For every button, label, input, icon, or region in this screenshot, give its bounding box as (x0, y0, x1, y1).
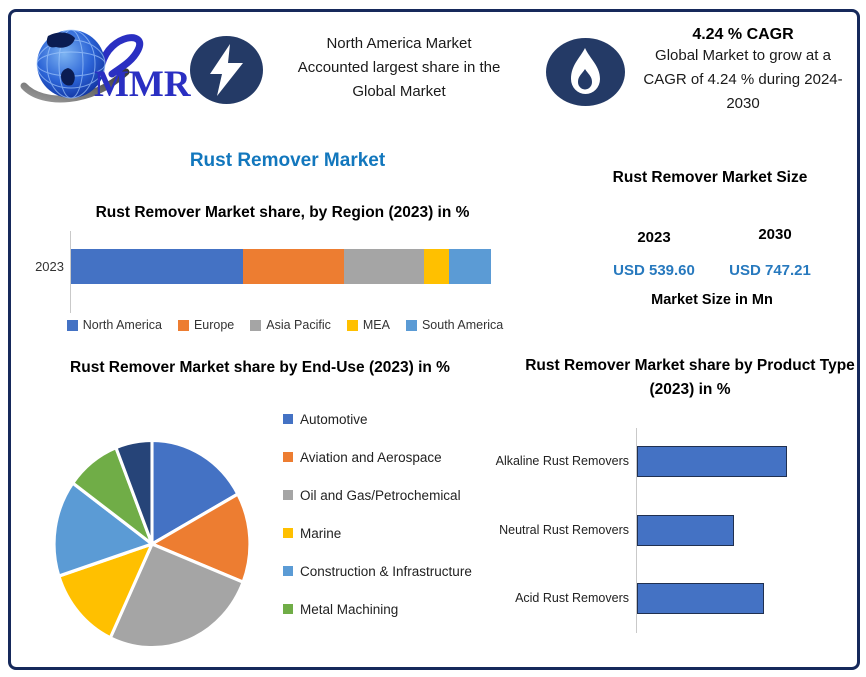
legend-key-icon (66, 319, 78, 331)
region-legend: North America Europe Asia Pacific MEA South … (55, 318, 515, 332)
legend-label: Oil and Gas/Petrochemical (300, 488, 461, 503)
legend-item-europe: Europe (177, 318, 235, 332)
product-category-alkaline-rust-removers: Alkaline Rust Removers (495, 454, 629, 468)
product-bar-alkaline-rust-removers (637, 446, 787, 477)
logo-text: MMR (94, 64, 192, 105)
region-segment-europe (243, 249, 344, 284)
legend-item-asia-pacific: Asia Pacific (250, 318, 331, 332)
legend-key-icon (283, 452, 293, 462)
legend-item-metal-machining: Metal Machining (283, 600, 483, 619)
legend-label: Europe (193, 318, 235, 332)
legend-label: Aviation and Aerospace (300, 450, 442, 465)
na-callout-line: Global Market (352, 83, 446, 100)
legend-label: Asia Pacific (266, 318, 331, 332)
legend-item-mea: MEA (346, 318, 390, 332)
legend-label: Marine (300, 526, 342, 541)
market-size-year-2030: 2030 (758, 226, 792, 243)
na-callout: North America Market Accounted largest s… (268, 32, 530, 104)
region-segment-mea (423, 249, 449, 284)
flame-badge (546, 38, 625, 106)
region-segment-south-america (448, 249, 491, 284)
legend-item-south-america: South America (405, 318, 504, 332)
market-size-value-2030: USD 747.21 (729, 262, 811, 279)
legend-label: North America (82, 318, 162, 332)
product-bar-acid-rust-removers (637, 583, 764, 614)
enduse-legend: Automotive Aviation and Aerospace Oil and … (283, 410, 483, 638)
legend-key-icon (405, 319, 417, 331)
product-bar-neutral-rust-removers (637, 515, 734, 546)
na-callout-line: Accounted largest share in the (297, 59, 501, 76)
region-category-label: 2023 (35, 259, 64, 274)
region-stacked-bar (71, 249, 491, 284)
legend-key-icon (283, 528, 293, 538)
product-category-neutral-rust-removers: Neutral Rust Removers (499, 523, 629, 537)
legend-key-icon (283, 414, 293, 424)
na-callout-line: North America Market (326, 35, 472, 52)
legend-item-aviation-and-aerospace: Aviation and Aerospace (283, 448, 483, 467)
mmr-logo: MMR (20, 29, 192, 105)
market-size-unit-label: Market Size in Mn (651, 292, 773, 308)
product-chart-title: Rust Remover Market share by Product Typ… (525, 357, 855, 398)
legend-label: Automotive (300, 412, 368, 427)
legend-key-icon (346, 319, 358, 331)
cagr-headline: 4.24 % CAGR (692, 26, 794, 43)
legend-key-icon (177, 319, 189, 331)
cagr-line: CAGR of 4.24 % during 2024- (643, 71, 843, 88)
region-segment-asia-pacific (343, 249, 424, 284)
region-segment-north-america (71, 249, 244, 284)
legend-label: South America (421, 318, 504, 332)
cagr-line: 2030 (726, 95, 760, 112)
market-size-value-2023: USD 539.60 (613, 262, 695, 279)
market-size-year-2023: 2023 (637, 229, 671, 246)
legend-item-marine: Marine (283, 524, 483, 543)
cagr-callout: 4.24 % CAGR Global Market to grow at a C… (628, 26, 858, 116)
legend-item-north-america: North America (66, 318, 162, 332)
enduse-chart-title: Rust Remover Market share by End-Use (20… (70, 359, 450, 376)
legend-item-automotive: Automotive (283, 410, 483, 429)
legend-label: Construction & Infrastructure (300, 564, 472, 579)
legend-key-icon (283, 604, 293, 614)
legend-item-oil-and-gas-petrochemical: Oil and Gas/Petrochemical (283, 486, 483, 505)
product-category-acid-rust-removers: Acid Rust Removers (515, 591, 629, 605)
legend-key-icon (283, 566, 293, 576)
legend-key-icon (283, 490, 293, 500)
page-title: Rust Remover Market (189, 150, 386, 171)
market-size-title: Rust Remover Market Size (612, 169, 808, 186)
region-chart-title: Rust Remover Market share, by Region (20… (95, 204, 470, 221)
legend-key-icon (250, 319, 262, 331)
legend-label: Metal Machining (300, 602, 399, 617)
legend-item-construction-infrastructure: Construction & Infrastructure (283, 562, 483, 581)
lightning-badge (190, 36, 263, 104)
cagr-line: Global Market to grow at a (655, 47, 831, 64)
enduse-pie-chart (52, 438, 252, 650)
legend-label: MEA (362, 318, 390, 332)
